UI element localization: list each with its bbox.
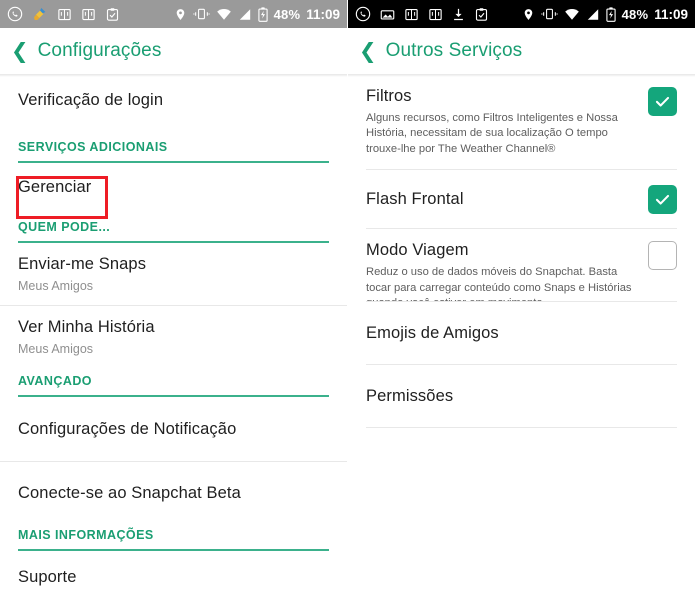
- image-icon: [380, 9, 395, 19]
- section-label: MAIS INFORMAÇÕES: [18, 528, 154, 542]
- list-item-label: Modo Viagem: [366, 241, 469, 260]
- list-item-gerenciar[interactable]: Gerenciar: [0, 163, 347, 211]
- page-title: Outros Serviços: [385, 40, 523, 61]
- left-screen: 48% 11:09 ❮ Configurações Verificação de…: [0, 0, 348, 613]
- status-bar-left: 48% 11:09: [0, 0, 347, 28]
- notification-icons-left: [7, 6, 120, 22]
- list-item-label: Conecte-se ao Snapchat Beta: [18, 483, 241, 502]
- download-icon: [454, 8, 463, 20]
- list-item-label: Suporte: [18, 567, 77, 586]
- list-item-enviar-me-snaps[interactable]: Enviar-me Snaps Meus Amigos: [0, 243, 347, 305]
- notification-icons-right: [355, 6, 489, 22]
- list-item-description: Reduz o uso de dados móveis do Snapchat.…: [366, 266, 632, 301]
- app-bar-left: ❮ Configurações: [0, 28, 347, 77]
- chevron-left-icon[interactable]: ❮: [359, 40, 377, 62]
- list-item-subtitle: Meus Amigos: [18, 342, 94, 356]
- list-item-suporte[interactable]: Suporte: [0, 551, 347, 603]
- list-item-flash-frontal[interactable]: Flash Frontal: [348, 170, 695, 228]
- list-item-label: Ver Minha História: [18, 318, 155, 336]
- list-item-text-block: Modo Viagem Reduz o uso de dados móveis …: [366, 241, 638, 301]
- list-item-label: Verificação de login: [18, 90, 164, 109]
- list-item-emojis-de-amigos[interactable]: Emojis de Amigos: [348, 302, 695, 364]
- list-item-subtitle: Meus Amigos: [18, 279, 94, 293]
- section-header-servicos-adicionais: SERVIÇOS ADICIONAIS: [0, 126, 347, 163]
- check-icon: [655, 194, 670, 205]
- whatsapp-icon: [355, 6, 371, 22]
- battery-percent-label: 48%: [621, 6, 649, 22]
- check-icon: [655, 96, 670, 107]
- battery-charging-icon: [257, 6, 268, 22]
- section-header-mais-informacoes: MAIS INFORMAÇÕES: [0, 524, 347, 551]
- right-screen: 48% 11:09 ❮ Outros Serviços Filtros Algu…: [348, 0, 695, 613]
- section-label: QUEM PODE...: [18, 220, 111, 234]
- list-item-label: Emojis de Amigos: [366, 323, 499, 342]
- list-item-conecte-se-ao-snapchat-beta[interactable]: Conecte-se ao Snapchat Beta: [0, 462, 347, 524]
- list-item-label: Filtros: [366, 87, 412, 105]
- clipboard-check-icon: [475, 7, 488, 21]
- cleaner-broom-icon: [34, 8, 46, 20]
- signal-icon: [239, 8, 250, 20]
- list-item-permissoes[interactable]: Permissões: [348, 365, 695, 427]
- list-item-text-block: Permissões: [366, 387, 677, 406]
- list-item-description: Alguns recursos, como Filtros Inteligent…: [366, 112, 618, 155]
- book-icon: [82, 8, 95, 20]
- system-icons-right: 48% 11:09: [522, 7, 688, 22]
- section-label: AVANÇADO: [18, 374, 92, 388]
- list-item-label: Flash Frontal: [366, 189, 464, 208]
- section-header-quem-pode: QUEM PODE...: [0, 211, 347, 243]
- list-divider: [366, 427, 677, 429]
- battery-percent-label: 48%: [273, 6, 301, 22]
- chevron-left-icon[interactable]: ❮: [11, 40, 29, 62]
- list-item-filtros[interactable]: Filtros Alguns recursos, como Filtros In…: [348, 74, 695, 169]
- book-icon: [429, 8, 442, 20]
- location-pin-icon: [176, 8, 184, 20]
- settings-list-right: Filtros Alguns recursos, como Filtros In…: [348, 74, 695, 429]
- list-item-verificacao-de-login[interactable]: Verificação de login: [0, 74, 347, 126]
- dual-screenshot-container: 48% 11:09 ❮ Configurações Verificação de…: [0, 0, 695, 613]
- list-item-text-block: Filtros Alguns recursos, como Filtros In…: [366, 87, 638, 157]
- signal-icon: [587, 8, 598, 20]
- clock-label: 11:09: [306, 6, 340, 22]
- status-bar-right: 48% 11:09: [348, 0, 695, 28]
- section-header-avancado: AVANÇADO: [0, 368, 347, 397]
- vibrate-icon: [192, 8, 210, 20]
- book-icon: [58, 8, 71, 20]
- list-item-configuracoes-de-notificacao[interactable]: Configurações de Notificação: [0, 397, 347, 461]
- list-item-label: Configurações de Notificação: [18, 419, 237, 438]
- wifi-icon: [564, 8, 579, 20]
- settings-list-left: Verificação de login SERVIÇOS ADICIONAIS…: [0, 74, 347, 603]
- location-pin-icon: [524, 8, 532, 20]
- whatsapp-icon: [7, 6, 23, 22]
- wifi-icon: [216, 8, 231, 20]
- page-title: Configurações: [37, 40, 162, 61]
- section-label: SERVIÇOS ADICIONAIS: [18, 140, 168, 154]
- battery-charging-icon: [605, 6, 616, 22]
- clipboard-check-icon: [106, 7, 119, 21]
- list-item-label: Gerenciar: [18, 177, 92, 196]
- list-item-text-block: Flash Frontal: [366, 190, 638, 209]
- list-item-ver-minha-historia[interactable]: Ver Minha História Meus Amigos: [0, 306, 347, 368]
- vibrate-icon: [540, 8, 558, 20]
- checkbox-filtros[interactable]: [648, 87, 677, 116]
- list-item-label: Enviar-me Snaps: [18, 255, 147, 273]
- book-icon: [405, 8, 418, 20]
- list-item-modo-viagem[interactable]: Modo Viagem Reduz o uso de dados móveis …: [348, 229, 695, 301]
- app-bar-right: ❮ Outros Serviços: [348, 28, 695, 77]
- list-item-text-block: Emojis de Amigos: [366, 324, 677, 343]
- checkbox-modo-viagem[interactable]: [648, 241, 677, 271]
- checkbox-flash-frontal[interactable]: [648, 184, 677, 214]
- system-icons-left: 48% 11:09: [174, 7, 340, 22]
- clock-label: 11:09: [654, 6, 688, 22]
- list-item-label: Permissões: [366, 386, 454, 405]
